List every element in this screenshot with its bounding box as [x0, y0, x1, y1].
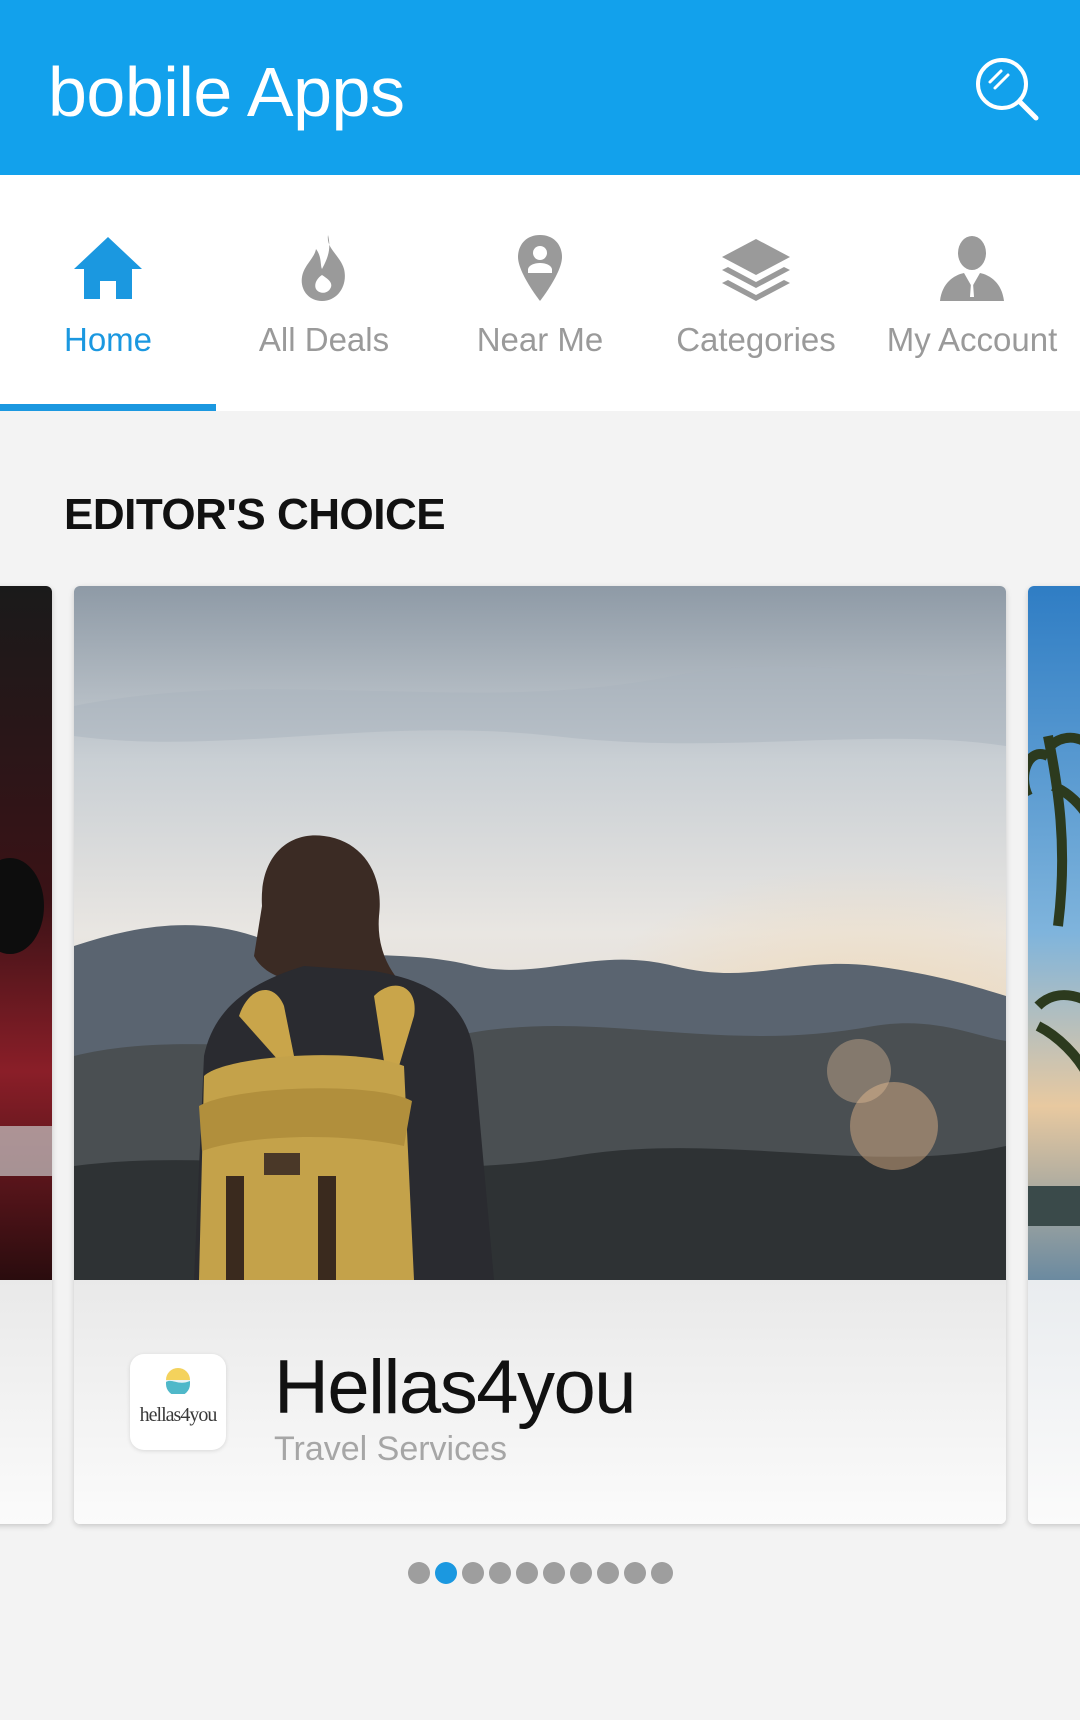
- tab-label-categories: Categories: [676, 321, 836, 358]
- pagination-dot[interactable]: [515, 1562, 538, 1584]
- app-header: bobile Apps: [0, 0, 1080, 175]
- pagination-dot[interactable]: [461, 1562, 484, 1584]
- search-button[interactable]: [970, 52, 1050, 132]
- tab-near-me[interactable]: Near Me: [432, 175, 648, 411]
- brand-logo: hellas4you: [130, 1354, 226, 1450]
- brand-logo-text: hellas4you: [139, 1404, 218, 1426]
- next-card-image: [1028, 586, 1080, 1280]
- tab-categories[interactable]: Categories: [648, 175, 864, 411]
- tab-home[interactable]: Home: [0, 175, 216, 411]
- featured-card-footer: hellas4you Hellas4you Travel Services: [74, 1280, 1006, 1524]
- user-icon: [940, 236, 1004, 301]
- tab-bar: Home All Deals Near Me Categories My Acc…: [0, 175, 1080, 411]
- carousel-pagination: [0, 1562, 1080, 1586]
- pagination-dot[interactable]: [596, 1562, 619, 1584]
- layers-icon: [722, 239, 790, 301]
- section-title: EDITOR'S CHOICE: [64, 490, 446, 539]
- carousel-card-next[interactable]: [1028, 586, 1080, 1524]
- search-icon: [976, 58, 1039, 121]
- pagination-dot[interactable]: [623, 1562, 646, 1584]
- home-icon: [74, 237, 142, 299]
- active-tab-indicator: [0, 404, 216, 411]
- pagination-dot[interactable]: [407, 1562, 430, 1584]
- logo-wave-icon: [166, 1368, 190, 1394]
- pagination-dot[interactable]: [569, 1562, 592, 1584]
- pagination-dot[interactable]: [650, 1562, 673, 1584]
- featured-subtitle: Travel Services: [274, 1430, 508, 1468]
- featured-title: Hellas4you: [274, 1345, 637, 1430]
- featured-card[interactable]: hellas4you Hellas4you Travel Services: [74, 586, 1006, 1524]
- pagination-dot[interactable]: [434, 1562, 457, 1584]
- tab-label-home: Home: [63, 321, 153, 358]
- location-pin-icon: [518, 235, 562, 301]
- pagination-dot[interactable]: [488, 1562, 511, 1584]
- flame-icon: [301, 235, 345, 301]
- featured-card-image: [74, 586, 1006, 1280]
- tab-my-account[interactable]: My Account: [864, 175, 1080, 411]
- tab-label-all-deals: All Deals: [258, 321, 390, 358]
- tab-label-near-me: Near Me: [476, 321, 604, 358]
- previous-card-image: [0, 586, 52, 1280]
- tab-label-my-account: My Account: [886, 321, 1058, 358]
- pagination-dot[interactable]: [542, 1562, 565, 1584]
- app-title: bobile Apps: [48, 53, 405, 131]
- tab-all-deals[interactable]: All Deals: [216, 175, 432, 411]
- carousel-card-previous[interactable]: [0, 586, 52, 1524]
